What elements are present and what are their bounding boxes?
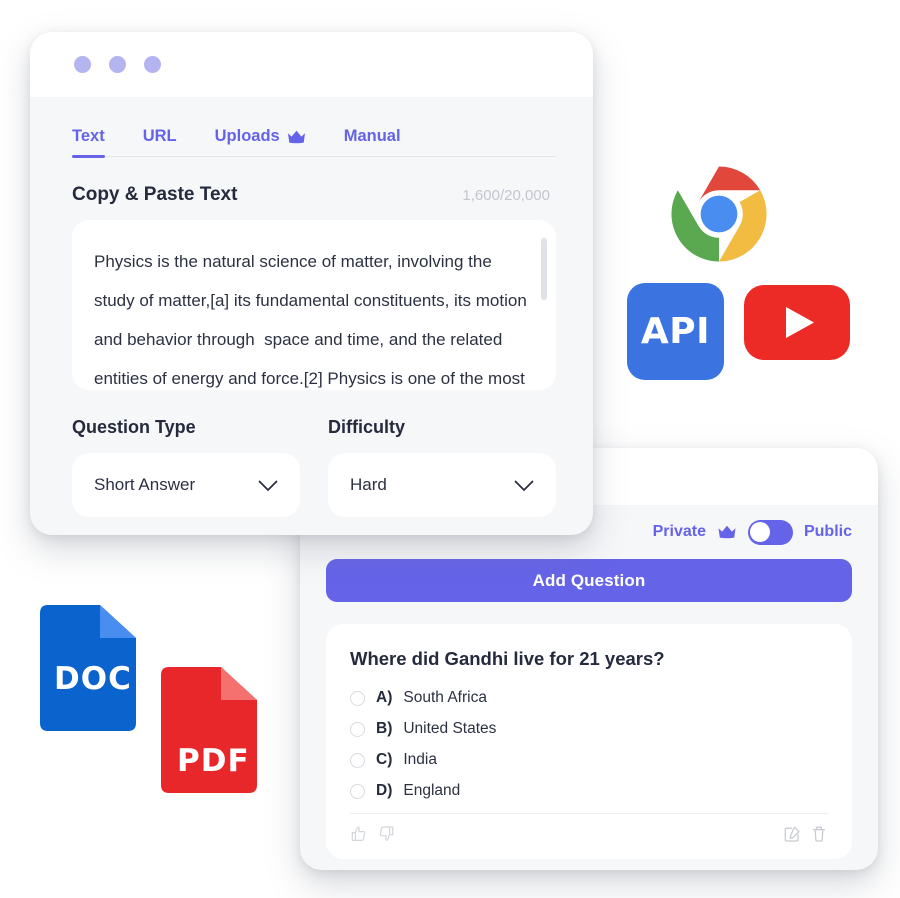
paste-text-value: Physics is the natural science of matter… [94, 252, 527, 388]
difficulty-field: Difficulty Hard [328, 417, 556, 517]
window-dot-1[interactable] [74, 56, 91, 73]
option-row-d[interactable]: D) England [350, 782, 828, 800]
paste-section-header: Copy & Paste Text 1,600/20,000 [72, 184, 556, 206]
option-text-a: South Africa [403, 689, 487, 706]
question-type-value: Short Answer [94, 475, 196, 494]
option-letter-c: C) [376, 751, 393, 768]
radio-b[interactable] [350, 721, 365, 737]
options-row: Question Type Short Answer Difficulty Ha… [72, 417, 556, 517]
tab-manual-label: Manual [343, 127, 401, 145]
radio-a[interactable] [350, 690, 365, 706]
toggle-knob [750, 522, 771, 542]
question-footer [350, 813, 828, 859]
textarea-scrollbar[interactable] [541, 238, 547, 300]
option-row-c[interactable]: C) India [350, 751, 828, 769]
tab-uploads[interactable]: Uploads [215, 127, 306, 156]
difficulty-label: Difficulty [328, 417, 406, 437]
window-titlebar [30, 32, 593, 97]
tab-uploads-label: Uploads [214, 127, 280, 145]
feedback-group [350, 825, 395, 848]
option-text-c: India [403, 751, 437, 768]
thumbs-up-icon[interactable] [350, 825, 368, 848]
api-badge: API [627, 283, 724, 380]
option-letter-b: B) [376, 720, 393, 737]
radio-c[interactable] [350, 752, 365, 768]
option-text-b: United States [403, 720, 497, 737]
character-counter: 1,600/20,000 [462, 187, 550, 204]
trash-icon[interactable] [810, 825, 828, 848]
difficulty-value: Hard [350, 475, 387, 494]
tab-url-label: URL [142, 127, 177, 145]
window-dot-3[interactable] [144, 56, 161, 73]
option-letter-d: D) [376, 782, 393, 799]
option-row-b[interactable]: B) United States [350, 720, 828, 738]
chevron-down-icon [514, 479, 534, 491]
window-dot-2[interactable] [109, 56, 126, 73]
radio-d[interactable] [350, 783, 365, 799]
tab-url[interactable]: URL [143, 127, 177, 156]
doc-label: DOC [54, 661, 132, 697]
private-label: Private [652, 523, 706, 540]
question-type-select[interactable]: Short Answer [72, 453, 300, 517]
question-type-field: Question Type Short Answer [72, 417, 300, 517]
edit-icon[interactable] [783, 825, 801, 848]
tab-text[interactable]: Text [72, 127, 105, 158]
question-title: Where did Gandhi live for 21 years? [350, 648, 665, 669]
content-generator-card: Text URL Uploads Manual Copy & Paste Tex… [30, 32, 593, 535]
difficulty-select[interactable]: Hard [328, 453, 556, 517]
chrome-logo [665, 160, 773, 273]
question-type-label: Question Type [72, 417, 196, 437]
question-item-card: Where did Gandhi live for 21 years? A) S… [326, 624, 852, 859]
option-letter-a: A) [376, 689, 393, 706]
add-question-button[interactable]: Add Question [326, 559, 852, 602]
tab-manual[interactable]: Manual [344, 127, 401, 156]
doc-file-icon: DOC [40, 605, 136, 736]
section-title: Copy & Paste Text [72, 184, 238, 205]
youtube-logo [744, 285, 850, 365]
public-label: Public [803, 523, 852, 540]
paste-text-area[interactable]: Physics is the natural science of matter… [72, 220, 556, 390]
action-group [783, 825, 828, 848]
source-tabs: Text URL Uploads Manual [72, 127, 556, 158]
visibility-toggle[interactable] [747, 519, 793, 545]
pdf-label: PDF [177, 743, 250, 779]
crown-icon [717, 525, 737, 539]
option-row-a[interactable]: A) South Africa [350, 689, 828, 707]
option-text-d: England [403, 782, 461, 799]
thumbs-down-icon[interactable] [377, 825, 395, 848]
crown-icon [287, 130, 306, 144]
api-label: API [640, 311, 711, 352]
chevron-down-icon [258, 479, 278, 491]
tab-text-label: Text [72, 127, 105, 145]
pdf-file-icon: PDF [161, 667, 257, 798]
